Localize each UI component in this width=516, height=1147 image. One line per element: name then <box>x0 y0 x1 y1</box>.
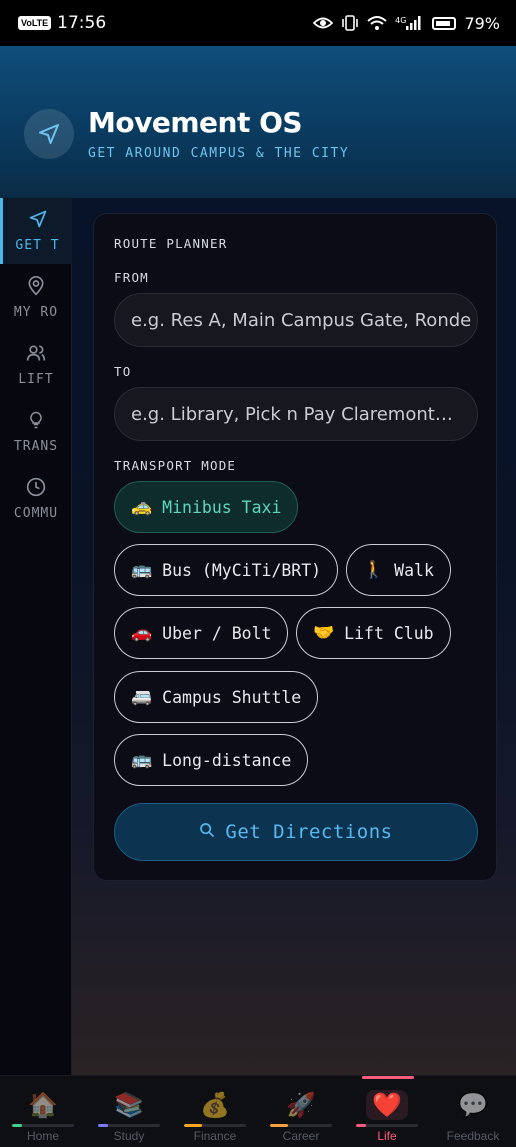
status-icons: 4G 79% <box>313 14 500 33</box>
sidebar-item-label: GET T <box>15 238 60 253</box>
speech-bubble-icon: 💬 <box>458 1091 488 1119</box>
nav-progress <box>356 1124 418 1127</box>
nav-tab-finance[interactable]: 💰 Finance <box>172 1076 258 1147</box>
map-pin-icon <box>26 276 46 300</box>
nav-progress <box>270 1124 332 1127</box>
network-type: 4G <box>395 16 407 25</box>
mode-chip-label: Minibus Taxi <box>162 497 282 517</box>
page-subtitle: GET AROUND CAMPUS & THE CITY <box>88 146 350 161</box>
to-placeholder: e.g. Library, Pick n Pay Claremont… <box>131 403 453 425</box>
mode-chip-campus-shuttle[interactable]: 🚐 Campus Shuttle <box>114 671 319 723</box>
mode-chip-label: Uber / Bolt <box>162 623 272 643</box>
navigation-arrow-icon <box>24 109 74 159</box>
eye-icon <box>313 16 334 30</box>
books-icon: 📚 <box>114 1091 144 1119</box>
from-input[interactable]: e.g. Res A, Main Campus Gate, Ronde <box>114 293 478 347</box>
transport-mode-label: TRANSPORT MODE <box>114 458 237 473</box>
sidebar-item-get-there[interactable]: GET T <box>0 198 72 264</box>
vibrate-icon <box>341 15 359 31</box>
to-label: TO <box>114 364 132 379</box>
mode-chip-long-distance[interactable]: 🚌 Long-distance <box>114 734 309 786</box>
nav-tab-label: Feedback <box>446 1129 500 1143</box>
status-time: 17:56 <box>57 13 107 33</box>
nav-tab-label: Home <box>26 1129 59 1143</box>
nav-tab-life[interactable]: ❤️ Life <box>344 1076 430 1147</box>
nav-tab-career[interactable]: 🚀 Career <box>258 1076 344 1147</box>
sidebar-item-label: LIFT <box>18 372 54 387</box>
route-planner-card: ROUTE PLANNER FROM e.g. Res A, Main Camp… <box>93 213 497 881</box>
get-directions-label: Get Directions <box>225 821 393 843</box>
sidebar-item-commute[interactable]: COMMU <box>0 466 72 532</box>
taxi-icon: 🚕 <box>131 497 153 517</box>
nav-tab-home[interactable]: 🏠 Home <box>0 1076 86 1147</box>
status-bar: VoLTE 17:56 4G 79% <box>0 0 516 46</box>
mode-chip-bus[interactable]: 🚌 Bus (MyCiTi/BRT) <box>114 544 339 596</box>
car-icon: 🚗 <box>131 623 153 643</box>
home-icon: 🏠 <box>28 1091 58 1119</box>
nav-tab-label: Study <box>113 1129 145 1143</box>
sidebar-item-label: TRANS <box>13 439 59 454</box>
sidebar-item-my-routes[interactable]: MY RO <box>0 265 72 331</box>
search-icon <box>199 821 215 843</box>
mode-chip-label: Long-distance <box>162 750 292 770</box>
from-placeholder: e.g. Res A, Main Campus Gate, Ronde <box>131 309 472 331</box>
sidebar-item-label: MY RO <box>13 305 59 320</box>
handshake-icon: 🤝 <box>313 623 335 643</box>
page-title: Movement OS <box>88 106 303 139</box>
nav-tab-feedback[interactable]: 💬 Feedback <box>430 1076 516 1147</box>
nav-progress <box>12 1124 74 1127</box>
nav-tab-label: Finance <box>193 1129 237 1143</box>
sidebar-item-lift[interactable]: LIFT <box>0 332 72 398</box>
bottom-nav: 🏠 Home 📚 Study 💰 Finance 🚀 Career ❤️ Lif… <box>0 1075 516 1147</box>
nav-progress <box>98 1124 160 1127</box>
mode-chip-label: Bus (MyCiTi/BRT) <box>162 560 322 580</box>
clock-icon <box>26 477 46 501</box>
battery-icon <box>432 16 457 30</box>
mode-chip-lift-club[interactable]: 🤝 Lift Club <box>296 607 451 659</box>
get-directions-button[interactable]: Get Directions <box>114 803 478 861</box>
mode-chip-label: Campus Shuttle <box>162 687 302 707</box>
main-content: GET T MY RO LIFT TRANS COMMU ROUTE PLANN… <box>0 198 516 1075</box>
mode-chip-label: Lift Club <box>344 623 434 643</box>
walking-person-icon: 🚶 <box>363 560 385 580</box>
route-planner-title: ROUTE PLANNER <box>114 236 228 251</box>
nav-progress <box>442 1124 504 1127</box>
users-icon <box>25 343 47 367</box>
nav-tab-label: Career <box>282 1129 320 1143</box>
lightbulb-icon <box>27 410 45 434</box>
bus-icon: 🚌 <box>131 750 153 770</box>
signal-icon: 4G <box>395 16 422 30</box>
wifi-icon <box>367 15 387 31</box>
sidebar: GET T MY RO LIFT TRANS COMMU <box>0 198 72 1075</box>
nav-progress <box>184 1124 246 1127</box>
mode-chip-label: Walk <box>394 560 434 580</box>
to-input[interactable]: e.g. Library, Pick n Pay Claremont… <box>114 387 478 441</box>
money-bag-icon: 💰 <box>200 1091 230 1119</box>
sidebar-item-label: COMMU <box>13 506 59 521</box>
shuttle-icon: 🚐 <box>131 687 153 707</box>
nav-tab-label: Life <box>377 1129 397 1143</box>
rocket-icon: 🚀 <box>286 1091 316 1119</box>
navigation-arrow-icon <box>28 209 48 233</box>
mode-chip-minibus-taxi[interactable]: 🚕 Minibus Taxi <box>114 481 299 533</box>
from-label: FROM <box>114 270 149 285</box>
battery-level: 79% <box>464 13 500 33</box>
app-header: Movement OS GET AROUND CAMPUS & THE CITY <box>0 46 516 198</box>
heart-icon: ❤️ <box>366 1090 408 1120</box>
bus-icon: 🚌 <box>131 560 153 580</box>
mode-chip-walk[interactable]: 🚶 Walk <box>346 544 451 596</box>
mode-chip-uber-bolt[interactable]: 🚗 Uber / Bolt <box>114 607 289 659</box>
sidebar-item-transport[interactable]: TRANS <box>0 399 72 465</box>
volte-badge: VoLTE <box>18 16 52 30</box>
nav-tab-study[interactable]: 📚 Study <box>86 1076 172 1147</box>
